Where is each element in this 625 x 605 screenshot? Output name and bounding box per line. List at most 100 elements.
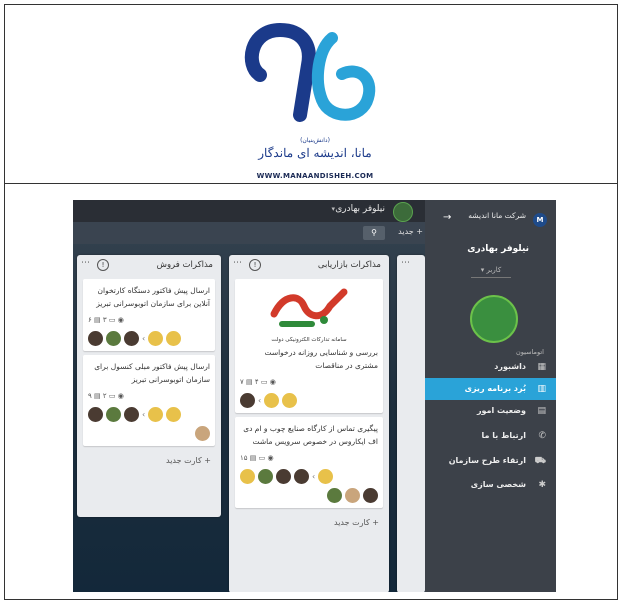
sidebar-item-upgrade[interactable]: ⛟ ارتقاء طرح سازمان — [425, 450, 556, 472]
task-card[interactable]: سامانه تداركات الكترونيكی دولت بررسی و ش… — [235, 279, 383, 413]
card-image-caption: سامانه تداركات الكترونيكی دولت — [271, 337, 347, 343]
board-icon: ▥ — [537, 384, 546, 394]
avatar[interactable] — [124, 331, 139, 346]
card-members — [88, 426, 210, 441]
top-avatar[interactable] — [393, 202, 413, 222]
sidebar-item-label: وضعیت امور — [476, 406, 526, 415]
task-card[interactable]: ارسال پیش فاکتور دستگاه کارتخوان آنلاین … — [83, 279, 215, 351]
chevron-left-icon: ‹ — [142, 334, 146, 343]
add-card-button[interactable]: + کارت جدید — [77, 450, 221, 471]
avatar[interactable] — [106, 331, 121, 346]
board-toolbar: ⚲ + جدید — [73, 222, 425, 244]
chevron-left-icon: ‹ — [142, 410, 146, 419]
column-header: مذاکرات فروش ! ⋯ — [77, 255, 221, 275]
avatar[interactable] — [88, 331, 103, 346]
contact-icon: ✆ — [538, 431, 546, 441]
avatar[interactable] — [363, 488, 378, 503]
dashboard-icon: ▦ — [537, 362, 546, 372]
role-select[interactable]: کاربر ▾ — [471, 266, 511, 278]
avatar[interactable] — [327, 488, 342, 503]
sidebar-item-personalize[interactable]: ✱ شخصی سازی — [425, 474, 556, 496]
task-card[interactable]: ارسال پیش فاکتور مبلی کنسول برای سازمان … — [83, 355, 215, 446]
planning-board: ⚲ + جدید مذاکرات فروش ! ⋯ ارسال پیش فاکت… — [73, 222, 425, 592]
arrow-right-icon[interactable]: → — [443, 212, 451, 223]
sidebar-item-label: بُرد برنامه ریزی — [464, 384, 526, 393]
chevron-left-icon: ‹ — [258, 396, 262, 405]
avatar[interactable] — [276, 469, 291, 484]
company-logo: (دانش‌بنیان) مانا، اندیشه ای ماندگار WWW… — [240, 20, 390, 185]
avatar[interactable] — [258, 469, 273, 484]
card-text: بررسی و شناسایی روزانه درخواست مشتری در … — [264, 348, 378, 370]
column-partial: ⋯ — [397, 255, 425, 592]
sidebar-item-label: شخصی سازی — [470, 480, 526, 489]
avatar[interactable] — [195, 426, 210, 441]
status-icon: ▤ — [537, 406, 546, 416]
card-members: ‹ — [88, 407, 210, 422]
card-members: ‹ — [240, 393, 378, 408]
card-text: پیگیری تماس از کارگاه صنایع چوب و ام دی … — [243, 424, 378, 446]
card-meta: ۱۵ ▤ ▭ ◉ — [240, 454, 274, 462]
cart-icon: ⛟ — [534, 456, 546, 466]
avatar[interactable] — [264, 393, 280, 408]
top-user-name[interactable]: نیلوفر بهادری — [335, 204, 385, 214]
app-window: ▾ نیلوفر بهادری ⚲ + جدید مذاکرات فروش ! … — [73, 200, 556, 592]
column-title: مذاکرات بازاریابی — [317, 260, 381, 270]
company-logo-icon: M — [533, 213, 547, 227]
info-icon[interactable]: ! — [249, 259, 261, 271]
card-meta: ۶ ▤ ۳ ▭ ◉ — [88, 316, 124, 324]
card-text: ارسال پیش فاکتور دستگاه کارتخوان آنلاین … — [96, 286, 210, 308]
logo-mark-icon — [244, 22, 376, 122]
column-header: ⋯ — [397, 255, 425, 275]
sidebar-item-dashboard[interactable]: ▦ داشبورد — [425, 356, 556, 378]
task-card[interactable]: پیگیری تماس از کارگاه صنایع چوب و ام دی … — [235, 417, 383, 508]
profile-avatar[interactable] — [470, 295, 518, 343]
sidebar: → شرکت مانا اندیشه M نیلوفر بهادری کاربر… — [425, 200, 556, 592]
card-meta: ۷ ▤ ۴ ▭ ◉ — [240, 378, 276, 386]
more-options-icon[interactable]: ⋯ — [81, 258, 90, 268]
avatar[interactable] — [166, 407, 182, 422]
avatar[interactable] — [240, 469, 255, 484]
column-header: مذاکرات بازاریابی ! ⋯ — [229, 255, 389, 275]
avatar[interactable] — [124, 407, 139, 422]
avatar[interactable] — [240, 393, 255, 408]
sidebar-item-status[interactable]: ▤ وضعیت امور — [425, 400, 556, 422]
card-meta: ۹ ▤ ۲ ▭ ◉ — [88, 392, 124, 400]
logo-brand-text: مانا، اندیشه ای ماندگار — [258, 146, 372, 160]
sidebar-item-label: ارتباط با ما — [481, 431, 526, 440]
column-sales: مذاکرات فروش ! ⋯ ارسال پیش فاکتور دستگاه… — [77, 255, 221, 517]
section-label: اتوماسیون — [516, 348, 544, 356]
logo-url: WWW.MANAANDISHEH.COM — [256, 172, 374, 180]
info-icon[interactable]: ! — [97, 259, 109, 271]
card-members — [240, 488, 378, 503]
avatar[interactable] — [166, 331, 182, 346]
column-title: مذاکرات فروش — [156, 260, 213, 270]
card-text: ارسال پیش فاکتور مبلی کنسول برای سازمان … — [94, 362, 210, 384]
avatar[interactable] — [345, 488, 360, 503]
avatar[interactable] — [294, 469, 309, 484]
card-image: سامانه تداركات الكترونيكی دولت — [240, 284, 378, 346]
chevron-left-icon: ‹ — [312, 472, 316, 481]
sidebar-item-label: داشبورد — [494, 362, 526, 371]
column-marketing: مذاکرات بازاریابی ! ⋯ سامانه تداركات الك… — [229, 255, 389, 592]
sidebar-item-planning-board[interactable]: ▥ بُرد برنامه ریزی — [425, 378, 556, 400]
add-card-button[interactable]: + کارت جدید — [229, 512, 389, 533]
setad-logo-icon — [270, 288, 348, 327]
card-members: ‹ — [88, 331, 210, 346]
more-options-icon[interactable]: ⋯ — [401, 258, 410, 268]
avatar[interactable] — [318, 469, 334, 484]
search-button[interactable]: ⚲ — [363, 226, 385, 240]
more-options-icon[interactable]: ⋯ — [233, 258, 242, 268]
avatar[interactable] — [106, 407, 121, 422]
add-new-button[interactable]: + جدید — [398, 227, 423, 236]
top-bar: ▾ نیلوفر بهادری — [73, 200, 425, 222]
company-name: شرکت مانا اندیشه — [468, 211, 526, 220]
avatar[interactable] — [282, 393, 298, 408]
avatar[interactable] — [148, 331, 164, 346]
sidebar-user-name: نیلوفر بهادری — [467, 244, 529, 254]
avatar[interactable] — [88, 407, 103, 422]
card-members: ‹ — [240, 469, 378, 484]
gear-icon: ✱ — [538, 480, 546, 490]
avatar[interactable] — [148, 407, 164, 422]
search-icon: ⚲ — [371, 228, 377, 237]
sidebar-item-contact[interactable]: ✆ ارتباط با ما — [425, 425, 556, 447]
